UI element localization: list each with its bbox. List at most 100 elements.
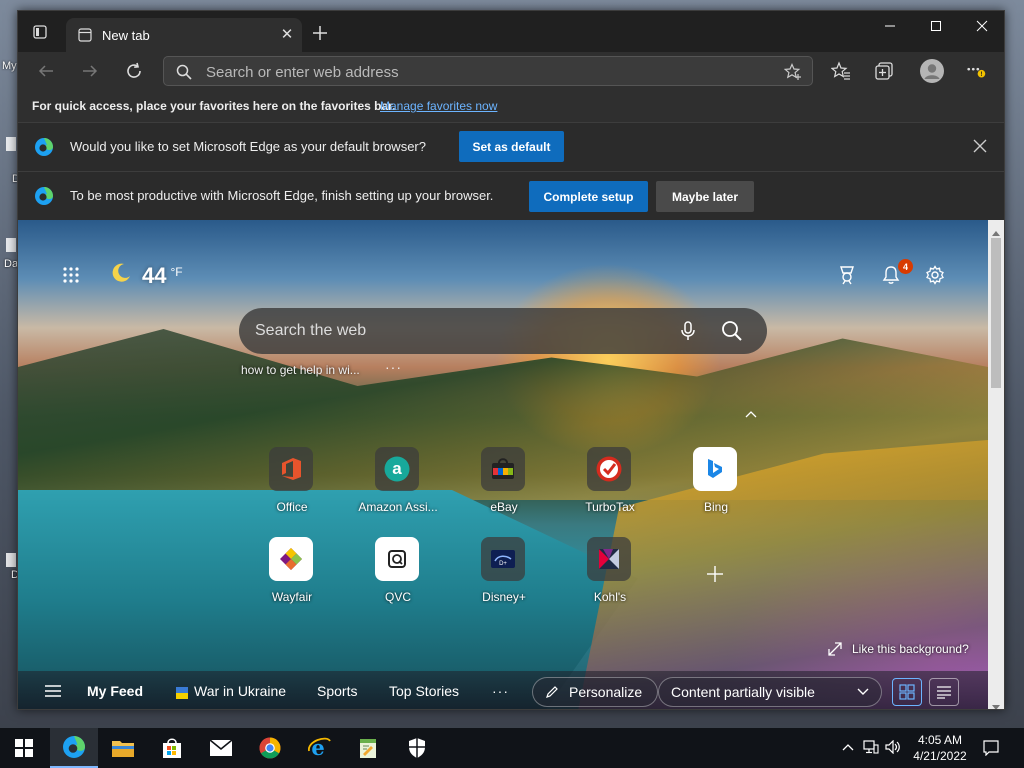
shield-icon <box>409 738 425 758</box>
new-tab-page: 44 °F 4 how to get help in wi... ··· <box>18 220 988 709</box>
desktop-icon-label[interactable]: Da <box>4 258 18 270</box>
refresh-button[interactable] <box>124 61 144 81</box>
wayfair-icon <box>269 537 313 581</box>
ebay-icon <box>481 447 525 491</box>
tab-sports[interactable]: Sports <box>317 683 357 699</box>
quick-link-office[interactable]: Office <box>252 447 332 517</box>
quick-link-amazon[interactable]: a Amazon Assi... <box>358 447 438 517</box>
quick-link-turbotax[interactable]: TurboTax <box>570 447 650 517</box>
folder-icon <box>112 741 134 757</box>
address-input[interactable] <box>206 62 766 82</box>
profile-avatar[interactable] <box>920 59 944 83</box>
desktop-icon[interactable] <box>6 137 16 151</box>
close-window-button[interactable] <box>959 11 1004 41</box>
quick-link-bing[interactable]: Bing <box>676 447 756 517</box>
taskbar-clock[interactable]: 4:05 AM 4/21/2022 <box>905 732 975 764</box>
default-browser-text: Would you like to set Microsoft Edge as … <box>70 139 426 154</box>
tab-new-tab[interactable]: New tab ✕ <box>66 18 302 52</box>
web-search-input[interactable] <box>255 321 655 341</box>
scrollbar-thumb[interactable] <box>991 238 1001 388</box>
quick-link-wayfair[interactable]: Wayfair <box>252 537 332 607</box>
set-as-default-button[interactable]: Set as default <box>459 131 564 162</box>
pencil-icon <box>546 686 558 698</box>
taskbar-store-button[interactable] <box>148 728 196 768</box>
recent-search-item[interactable]: how to get help in wi... <box>241 363 360 377</box>
clock-time: 4:05 AM <box>917 733 963 747</box>
tab-close-icon[interactable]: ✕ <box>280 27 294 43</box>
setup-prompt: To be most productive with Microsoft Edg… <box>18 171 1004 220</box>
personalize-button[interactable]: Personalize <box>532 677 658 707</box>
recent-searches-more-button[interactable]: ··· <box>385 359 402 375</box>
edge-icon <box>63 736 85 758</box>
minimize-button[interactable] <box>867 11 913 41</box>
complete-setup-button[interactable]: Complete setup <box>529 181 648 212</box>
microphone-icon[interactable] <box>677 320 699 342</box>
close-icon[interactable] <box>973 139 987 153</box>
tab-actions-icon[interactable] <box>32 24 48 40</box>
quick-link-qvc[interactable]: QVC <box>358 537 438 607</box>
tab-my-feed[interactable]: My Feed <box>87 683 143 699</box>
app-launcher-icon[interactable] <box>62 266 80 284</box>
tab-war-in-ukraine[interactable]: War in Ukraine <box>194 683 286 699</box>
amazon-icon: a <box>375 447 419 491</box>
scroll-down-arrow-icon[interactable] <box>992 698 1000 709</box>
show-hidden-icons-chevron-icon[interactable] <box>840 739 856 755</box>
weather-unit: °F <box>170 264 183 279</box>
taskbar-notepad-button[interactable] <box>344 728 392 768</box>
taskbar-security-button[interactable] <box>393 728 441 768</box>
tab-bar: New tab ✕ <box>18 11 1004 52</box>
content-visibility-dropdown[interactable]: Content partially visible <box>658 677 882 707</box>
settings-more-icon[interactable]: ! <box>966 61 986 81</box>
scroll-up-arrow-icon[interactable] <box>992 225 1000 236</box>
rewards-icon[interactable] <box>836 264 858 286</box>
svg-text:D+: D+ <box>499 561 507 567</box>
grid-icon <box>899 684 915 700</box>
back-button[interactable] <box>36 61 56 81</box>
taskbar-edge-button[interactable] <box>50 728 98 768</box>
forward-button[interactable] <box>80 61 100 81</box>
web-search-box[interactable] <box>239 308 767 354</box>
manage-favorites-link[interactable]: Manage favorites now <box>380 99 497 113</box>
taskbar-mail-button[interactable] <box>197 728 245 768</box>
maybe-later-button[interactable]: Maybe later <box>656 181 754 212</box>
like-background-button[interactable]: Like this background? <box>828 642 969 656</box>
favorites-icon[interactable] <box>831 61 851 81</box>
hamburger-menu-icon[interactable] <box>44 684 62 698</box>
desktop-icon[interactable] <box>6 238 16 252</box>
grid-layout-button[interactable] <box>892 678 922 706</box>
quick-link-label: Wayfair <box>271 590 313 604</box>
feed-more-button[interactable]: ··· <box>492 683 509 699</box>
list-layout-button[interactable] <box>929 678 959 706</box>
page-scrollbar[interactable] <box>988 220 1004 709</box>
disney-icon: D+ <box>481 537 525 581</box>
mail-icon <box>209 739 233 756</box>
weather-widget[interactable]: 44 °F <box>110 262 183 289</box>
toolbar: ! <box>18 52 1004 90</box>
taskbar-file-explorer-button[interactable] <box>99 728 147 768</box>
page-settings-gear-icon[interactable] <box>924 264 946 286</box>
start-button[interactable] <box>0 728 48 768</box>
office-icon <box>269 447 313 491</box>
chevron-down-icon <box>857 688 869 695</box>
desktop-icon-label[interactable]: My <box>2 60 17 72</box>
add-favorite-icon[interactable] <box>783 63 802 81</box>
add-quick-link-button[interactable] <box>705 564 725 584</box>
quick-link-disney[interactable]: D+ Disney+ <box>464 537 544 607</box>
quick-link-kohls[interactable]: Kohl's <box>570 537 650 607</box>
network-icon[interactable] <box>863 739 879 755</box>
collections-icon[interactable] <box>874 61 894 81</box>
collapse-quick-links-icon[interactable] <box>744 406 758 418</box>
search-submit-icon[interactable] <box>721 320 743 342</box>
list-icon <box>937 686 951 699</box>
address-bar[interactable] <box>163 56 813 86</box>
taskbar-chrome-button[interactable] <box>246 728 294 768</box>
quick-link-ebay[interactable]: eBay <box>464 447 544 517</box>
tab-top-stories[interactable]: Top Stories <box>389 683 459 699</box>
maximize-button[interactable] <box>913 11 959 41</box>
action-center-icon[interactable] <box>983 740 999 756</box>
volume-icon[interactable] <box>885 739 901 755</box>
quick-link-label: Amazon Assi... <box>358 500 438 514</box>
desktop-icon[interactable] <box>6 553 16 567</box>
taskbar-ie-button[interactable]: e <box>295 728 343 768</box>
new-tab-button[interactable] <box>311 24 329 42</box>
